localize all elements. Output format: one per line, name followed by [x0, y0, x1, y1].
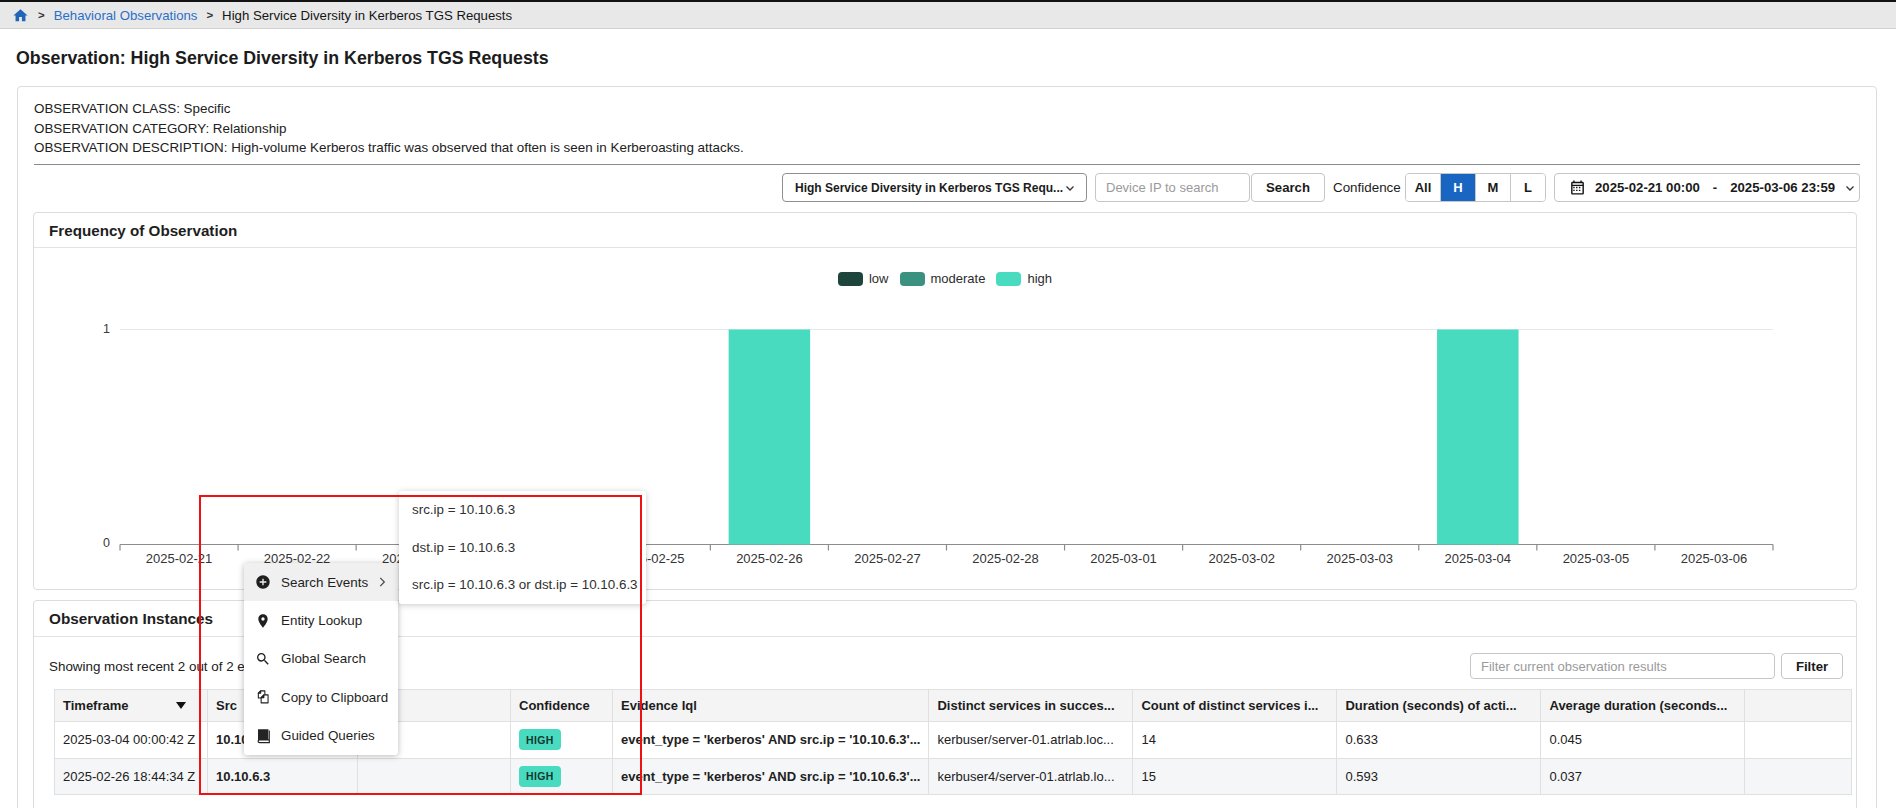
date-range-picker[interactable]: 2025-02-21 00:00 - 2025-03-06 23:59: [1554, 173, 1860, 202]
column-header-duration-seconds-of-acti: Duration (seconds) of acti...: [1337, 690, 1541, 722]
breadcrumb-link-behavioral-observations[interactable]: Behavioral Observations: [54, 8, 198, 23]
cell-confidence: HIGH: [511, 758, 613, 795]
calendar-icon: [1569, 179, 1586, 196]
observation-category-line: OBSERVATION CATEGORY: Relationship: [34, 119, 744, 139]
cell-count-of-distinct-services-i: 14: [1133, 722, 1337, 759]
cell-confidence: HIGH: [511, 722, 613, 759]
svg-text:2025-03-05: 2025-03-05: [1563, 551, 1630, 566]
cell-blank: [1745, 758, 1852, 795]
observation-description-line: OBSERVATION DESCRIPTION: High-volume Ker…: [34, 138, 744, 158]
breadcrumb-current: High Service Diversity in Kerberos TGS R…: [222, 8, 512, 23]
info-divider: [34, 164, 1860, 165]
column-header-distinct-services-in-succes: Distinct services in succes...: [929, 690, 1133, 722]
column-header-average-duration-seconds: Average duration (seconds...: [1541, 690, 1745, 722]
context-menu-item-guided-queries[interactable]: Guided Queries: [244, 717, 398, 755]
confidence-badge: HIGH: [519, 766, 561, 787]
context-menu-item-label: Guided Queries: [281, 728, 375, 743]
svg-text:0: 0: [103, 536, 110, 550]
confidence-filter-group: AllHML: [1405, 173, 1546, 202]
cell-blank: [358, 758, 511, 795]
context-menu-item-label: Entity Lookup: [281, 613, 362, 628]
search-icon: [255, 651, 271, 667]
breadcrumb-separator: >: [206, 9, 213, 21]
cell-duration-seconds-of-acti: 0.633: [1337, 722, 1541, 759]
filter-results-input[interactable]: [1470, 653, 1775, 679]
context-menu-item-search-events[interactable]: Search Events: [244, 563, 398, 601]
home-icon[interactable]: [12, 7, 29, 24]
screen: > Behavioral Observations > High Service…: [0, 0, 1896, 808]
table-row[interactable]: 2025-02-26 18:44:34 Z10.10.6.3 HIGH event_…: [55, 758, 1852, 795]
confidence-label: Confidence: [1333, 180, 1401, 195]
breadcrumb: > Behavioral Observations > High Service…: [0, 2, 1896, 29]
cell-distinct-services-in-succes: kerbuser4/server-01.atrlab.lo...: [929, 758, 1133, 795]
observation-select-value: High Service Diversity in Kerberos TGS R…: [795, 181, 1064, 195]
confidence-option-all[interactable]: All: [1406, 174, 1441, 201]
svg-text:2025-03-02: 2025-03-02: [1208, 551, 1275, 566]
context-menu: Search Events Entity Lookup Global Search C…: [244, 563, 398, 755]
context-menu-item-copy-to-clipboard[interactable]: Copy to Clipboard: [244, 678, 398, 716]
svg-text:1: 1: [103, 322, 110, 336]
context-menu-item-entity-lookup[interactable]: Entity Lookup: [244, 601, 398, 639]
svg-text:2025-02-26: 2025-02-26: [736, 551, 803, 566]
showing-text: Showing most recent 2 out of 2 events: [49, 659, 277, 674]
chevron-down-icon: [1064, 182, 1076, 194]
chevron-down-icon: [1844, 182, 1856, 194]
cell-duration-seconds-of-acti: 0.593: [1337, 758, 1541, 795]
context-menu-item-global-search[interactable]: Global Search: [244, 640, 398, 678]
frequency-bar-chart: 102025-02-212025-02-222025-02-232025-02-…: [34, 213, 1858, 591]
svg-text:2025-03-06: 2025-03-06: [1681, 551, 1748, 566]
cell-timeframe: 2025-03-04 00:00:42 Z: [55, 722, 208, 759]
column-header-count-of-distinct-services-i: Count of distinct services i...: [1133, 690, 1337, 722]
svg-text:2025-02-21: 2025-02-21: [146, 551, 213, 566]
confidence-option-h[interactable]: H: [1441, 174, 1476, 201]
cell-evidence-iql: event_type = 'kerberos' AND src.ip = '10…: [613, 758, 929, 795]
context-submenu: src.ip = 10.10.6.3dst.ip = 10.10.6.3src.…: [399, 491, 646, 604]
frequency-chart-card: Frequency of Observation lowmoderatehigh…: [33, 212, 1857, 590]
svg-text:2025-02-28: 2025-02-28: [972, 551, 1039, 566]
page-title: Observation: High Service Diversity in K…: [16, 48, 549, 69]
svg-text:2025-03-04: 2025-03-04: [1445, 551, 1512, 566]
cell-average-duration-seconds: 0.037: [1541, 758, 1745, 795]
chevron-right-icon: [375, 575, 389, 589]
svg-text:2025-03-01: 2025-03-01: [1090, 551, 1157, 566]
context-submenu-option-2[interactable]: dst.ip = 10.10.6.3: [399, 529, 646, 567]
breadcrumb-separator: >: [38, 9, 45, 21]
sort-descending-icon[interactable]: [176, 702, 186, 709]
observation-class-line: OBSERVATION CLASS: Specific: [34, 99, 744, 119]
column-header-evidence-iql: Evidence Iql: [613, 690, 929, 722]
cell-src: 10.10.6.3: [208, 758, 358, 795]
device-ip-search-input[interactable]: [1095, 173, 1250, 202]
context-submenu-option-1[interactable]: src.ip = 10.10.6.3: [399, 491, 646, 529]
context-menu-item-label: Copy to Clipboard: [281, 690, 388, 705]
column-header-timeframe[interactable]: Timeframe: [55, 690, 208, 722]
pin-icon: [255, 613, 271, 629]
confidence-option-m[interactable]: M: [1476, 174, 1511, 201]
add-circle-icon: [255, 574, 271, 590]
observation-info: OBSERVATION CLASS: Specific OBSERVATION …: [34, 99, 744, 158]
context-menu-item-label: Search Events: [281, 575, 368, 590]
date-range-end: 2025-03-06 23:59: [1730, 180, 1835, 195]
column-header-blank: [1745, 690, 1852, 722]
svg-text:2025-02-27: 2025-02-27: [854, 551, 921, 566]
cell-timeframe: 2025-02-26 18:44:34 Z: [55, 758, 208, 795]
context-submenu-option-3[interactable]: src.ip = 10.10.6.3 or dst.ip = 10.10.6.3: [399, 566, 646, 604]
date-range-start: 2025-02-21 00:00: [1595, 180, 1700, 195]
cell-average-duration-seconds: 0.045: [1541, 722, 1745, 759]
date-range-separator: -: [1709, 180, 1721, 195]
confidence-badge: HIGH: [519, 729, 561, 750]
column-header-confidence: Confidence: [511, 690, 613, 722]
cell-distinct-services-in-succes: kerbuser/server-01.atrlab.loc...: [929, 722, 1133, 759]
context-menu-item-label: Global Search: [281, 651, 366, 666]
observation-select[interactable]: High Service Diversity in Kerberos TGS R…: [782, 173, 1087, 202]
search-button[interactable]: Search: [1251, 173, 1325, 202]
copy-icon: [255, 689, 271, 705]
svg-text:2025-03-03: 2025-03-03: [1326, 551, 1393, 566]
filter-button[interactable]: Filter: [1781, 653, 1843, 679]
instances-title: Observation Instances: [49, 610, 213, 628]
cell-evidence-iql: event_type = 'kerberos' AND src.ip = '10…: [613, 722, 929, 759]
cell-count-of-distinct-services-i: 15: [1133, 758, 1337, 795]
book-icon: [255, 728, 271, 744]
cell-blank: [1745, 722, 1852, 759]
confidence-option-l[interactable]: L: [1511, 174, 1545, 201]
